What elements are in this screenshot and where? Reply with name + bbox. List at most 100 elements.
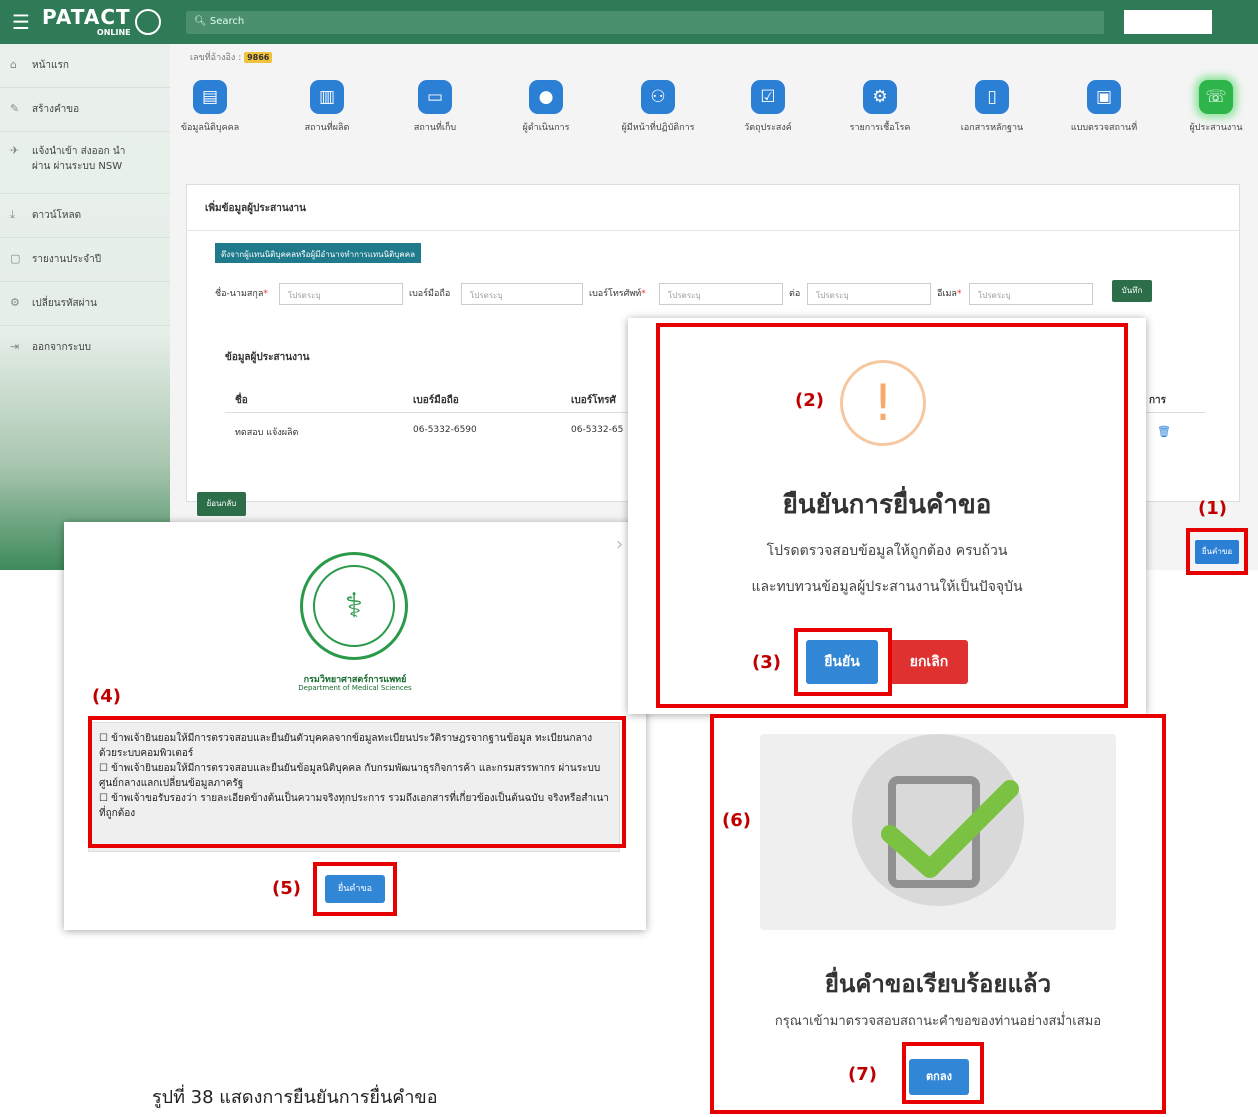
- sidebar-item-nsw[interactable]: ✈ แจ้งนำเข้า ส่งออก นำผ่าน ผ่านระบบ NSW: [0, 132, 170, 194]
- required-mark: *: [956, 289, 962, 299]
- document-icon: ▯: [975, 80, 1009, 114]
- edit-icon: ✎: [10, 102, 20, 115]
- ext-field-label: ต่อ: [789, 289, 801, 299]
- column-header-name: ชื่อ: [235, 395, 248, 406]
- step-practitioners[interactable]: ⚇ ผู้มีหน้าที่ปฏิบัติการ: [598, 80, 718, 134]
- highlight-box-2: [656, 323, 1128, 708]
- sidebar-item-download[interactable]: ⤓ ดาวน์โหลด: [0, 194, 170, 238]
- step-label: แบบตรวจสถานที่: [1070, 123, 1138, 133]
- archive-icon: ▭: [418, 80, 452, 114]
- cell-mobile: 06-5332-6590: [413, 425, 477, 435]
- required-mark: *: [641, 289, 646, 299]
- annotation-label-4: (4): [92, 686, 121, 707]
- cogs-icon: ⚙: [863, 80, 897, 114]
- mobile-input[interactable]: โปรดระบุ: [461, 283, 583, 305]
- user-box[interactable]: [1124, 10, 1212, 34]
- annotation-label-2: (2): [795, 390, 824, 411]
- email-input[interactable]: โปรดระบุ: [969, 283, 1093, 305]
- name-field-label: ชื่อ-นามสกุล*: [215, 286, 268, 300]
- placeholder-text: โปรดระบุ: [668, 291, 701, 300]
- user-icon: ●: [529, 80, 563, 114]
- org-name-english: Department of Medical Sciences: [298, 684, 412, 692]
- mobile-field-label: เบอร์มือถือ: [409, 289, 451, 299]
- delete-icon[interactable]: 🗑︎: [1157, 425, 1171, 438]
- sidebar-item-logout[interactable]: ⇥ ออกจากระบบ: [0, 326, 170, 370]
- step-operator[interactable]: ● ผู้ดำเนินการ: [486, 80, 606, 134]
- annotation-label-3: (3): [752, 652, 781, 673]
- step-storage-site[interactable]: ▭ สถานที่เก็บ: [375, 80, 495, 134]
- step-label: สถานที่ผลิต: [304, 123, 350, 133]
- sidebar-item-password[interactable]: ⚙ เปลี่ยนรหัสผ่าน: [0, 282, 170, 326]
- highlight-box-5: [313, 862, 397, 916]
- label-text: เบอร์โทรศัพท์: [589, 289, 642, 299]
- search-input[interactable]: 🔍︎ Search: [186, 11, 1104, 34]
- users-icon: ⚇: [641, 80, 675, 114]
- logo-emblem-icon: [134, 9, 161, 35]
- chevron-right-icon[interactable]: ›: [616, 534, 623, 555]
- sidebar-item-label: หน้าแรก: [32, 60, 69, 71]
- cell-name: ทดสอบ แจ้งผลิต: [235, 428, 299, 438]
- step-label: ผู้ดำเนินการ: [522, 123, 570, 133]
- table-title: ข้อมูลผู้ประสานงาน: [225, 352, 310, 363]
- phone-field-label: เบอร์โทรศัพท์*: [589, 286, 646, 300]
- step-label: วัตถุประสงค์: [744, 123, 792, 133]
- card-title: เพิ่มข้อมูลผู้ประสานงาน: [187, 185, 1239, 231]
- highlight-box-3: [794, 628, 892, 696]
- step-label: รายการเชื้อโรค: [849, 123, 911, 133]
- app-logo[interactable]: PATACT ONLINE: [42, 4, 161, 37]
- column-header-phone: เบอร์โทรศั: [571, 395, 616, 406]
- ext-input[interactable]: โปรดระบุ: [807, 283, 931, 305]
- annotation-label-5: (5): [272, 878, 301, 899]
- search-placeholder: Search: [209, 16, 245, 27]
- building-icon: ▥: [310, 80, 344, 114]
- menu-icon[interactable]: ☰: [12, 10, 34, 34]
- home-icon: ⌂: [10, 58, 17, 71]
- step-company[interactable]: ▤ ข้อมูลนิติบุคคล: [150, 80, 270, 134]
- column-header-mobile: เบอร์มือถือ: [413, 395, 459, 406]
- label-text: อีเมล: [937, 289, 957, 299]
- caduceus-icon: ⚕: [313, 565, 395, 647]
- sidebar: ⌂ หน้าแรก ✎ สร้างคำขอ ✈ แจ้งนำเข้า ส่งออก น…: [0, 44, 170, 570]
- placeholder-text: โปรดระบุ: [978, 291, 1011, 300]
- phone-icon: ☏: [1199, 80, 1233, 114]
- logout-icon: ⇥: [10, 340, 20, 353]
- name-input[interactable]: โปรดระบุ: [279, 283, 403, 305]
- highlight-box-4: [88, 716, 626, 848]
- step-coordinator[interactable]: ☏ ผู้ประสานงาน: [1156, 80, 1258, 134]
- plane-icon: ✈: [10, 144, 20, 157]
- column-header-actions: การ: [1149, 395, 1167, 406]
- logo-text: PATACT: [42, 4, 131, 29]
- step-purpose[interactable]: ☑ วัตถุประสงค์: [708, 80, 828, 134]
- sidebar-item-create[interactable]: ✎ สร้างคำขอ: [0, 88, 170, 132]
- annotation-label-6: (6): [722, 810, 751, 831]
- sidebar-item-label: ออกจากระบบ: [32, 342, 92, 353]
- file-icon: ▢: [10, 252, 21, 265]
- annotation-label-7: (7): [848, 1064, 877, 1085]
- step-documents[interactable]: ▯ เอกสารหลักฐาน: [932, 80, 1052, 134]
- pull-from-representative-button[interactable]: ดึงจากผู้แทนนิติบุคคลหรือผู้มีอำนาจทำการ…: [215, 243, 421, 263]
- step-production-site[interactable]: ▥ สถานที่ผลิต: [267, 80, 387, 134]
- back-button[interactable]: ย้อนกลับ: [197, 492, 246, 516]
- key-icon: ⚙: [10, 296, 20, 309]
- step-label: ข้อมูลนิติบุคคล: [180, 123, 240, 133]
- step-site-inspection[interactable]: ▣ แบบตรวจสถานที่: [1044, 80, 1164, 134]
- step-label: สถานที่เก็บ: [413, 123, 457, 133]
- step-pathogens[interactable]: ⚙ รายการเชื้อโรค: [820, 80, 940, 134]
- id-card-icon: ▤: [193, 80, 227, 114]
- label-text: ชื่อ-นามสกุล: [215, 289, 264, 299]
- highlight-box-1: [1186, 528, 1248, 575]
- email-field-label: อีเมล*: [937, 286, 961, 300]
- step-label: ผู้มีหน้าที่ปฏิบัติการ: [621, 123, 695, 133]
- sidebar-item-report[interactable]: ▢ รายงานประจำปี: [0, 238, 170, 282]
- clipboard-icon: ▣: [1087, 80, 1121, 114]
- placeholder-text: โปรดระบุ: [816, 291, 849, 300]
- step-label: ผู้ประสานงาน: [1189, 123, 1243, 133]
- phone-input[interactable]: โปรดระบุ: [659, 283, 783, 305]
- cell-phone: 06-5332-65: [571, 425, 624, 435]
- sidebar-item-home[interactable]: ⌂ หน้าแรก: [0, 44, 170, 88]
- placeholder-text: โปรดระบุ: [470, 291, 503, 300]
- figure-caption: รูปที่ 38 แสดงการยืนยันการยื่นคำขอ: [152, 1087, 438, 1108]
- save-button[interactable]: บันทึก: [1112, 280, 1152, 302]
- reference-number: เลขที่อ้างอิง : 9866: [190, 50, 273, 64]
- required-mark: *: [263, 289, 268, 299]
